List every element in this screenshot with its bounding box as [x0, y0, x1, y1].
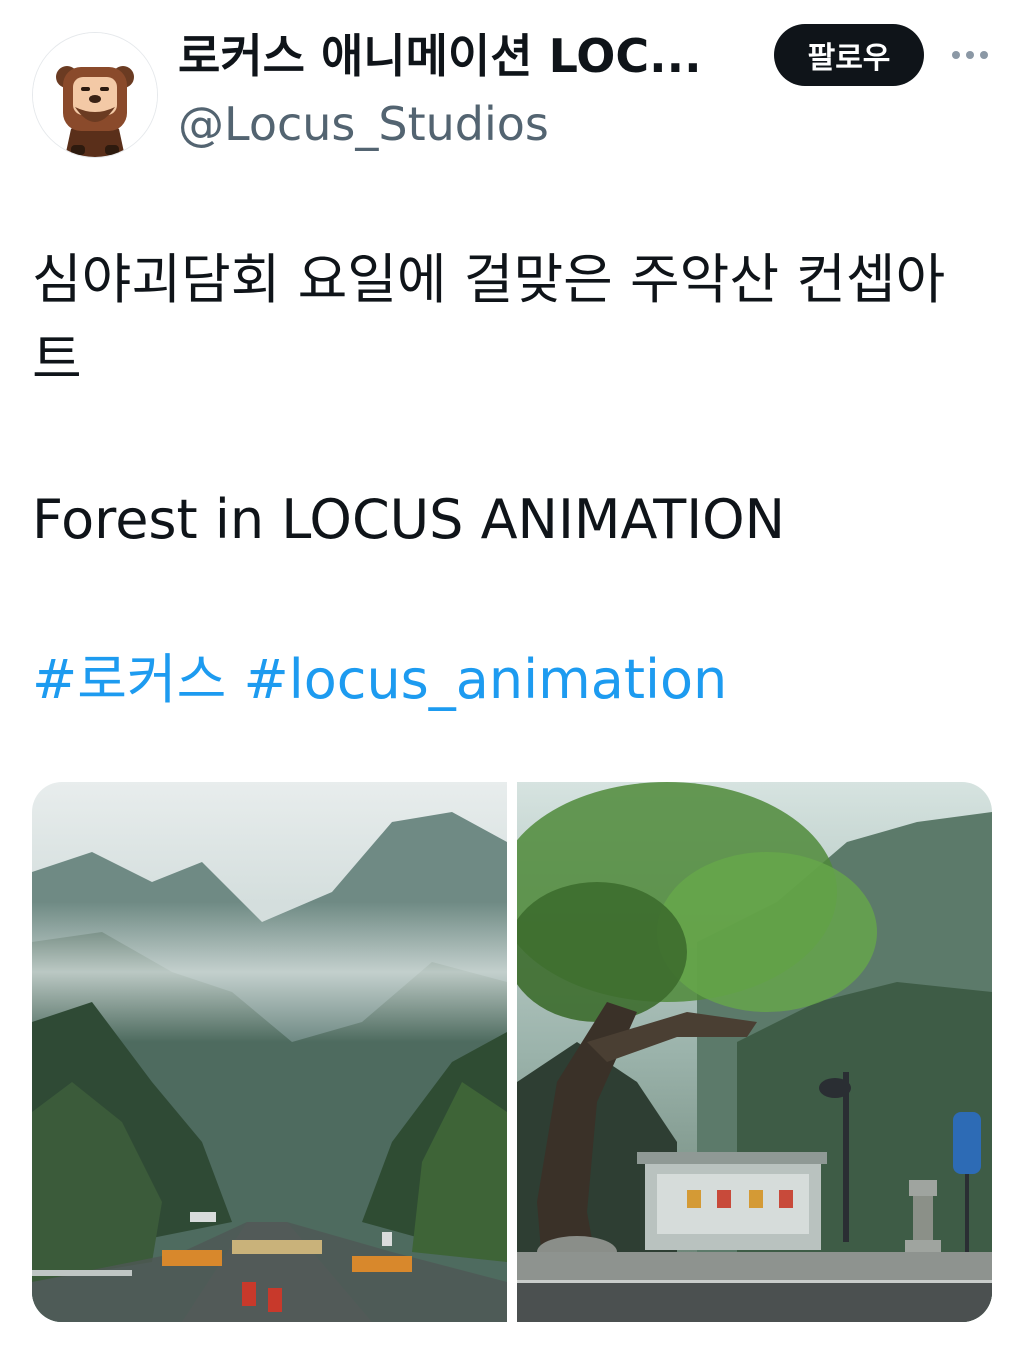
follow-button[interactable]: 팔로우 [774, 24, 924, 86]
media-image-mountain-road[interactable] [32, 782, 507, 1322]
hashtag-locus-animation[interactable]: #locus_animation [243, 648, 727, 711]
hashtag-locus-ko[interactable]: #로커스 [32, 648, 226, 711]
bus-stop-image [517, 782, 992, 1322]
tweet-line-english: Forest in LOCUS ANIMATION [32, 488, 786, 551]
more-dots-icon [952, 51, 988, 59]
profile-avatar[interactable] [32, 32, 158, 158]
tweet-text: 심야괴담회 요일에 걸맞은 주악산 컨셉아트 Forest in LOCUS A… [32, 240, 992, 720]
bear-mascot-avatar-icon [33, 33, 157, 157]
media-image-bus-stop[interactable] [517, 782, 992, 1322]
user-handle[interactable]: @Locus_Studios [178, 94, 549, 154]
mountain-road-image [32, 782, 507, 1322]
more-options-button[interactable] [946, 36, 994, 74]
display-name[interactable]: 로커스 애니메이션 LOC... [178, 26, 738, 86]
tweet-header: 로커스 애니메이션 LOC... @Locus_Studios 팔로우 [0, 0, 1024, 170]
hashtag-row: #로커스 #locus_animation [32, 640, 992, 720]
media-grid [32, 782, 992, 1322]
tweet-line-korean: 심야괴담회 요일에 걸맞은 주악산 컨셉아트 [32, 248, 946, 391]
